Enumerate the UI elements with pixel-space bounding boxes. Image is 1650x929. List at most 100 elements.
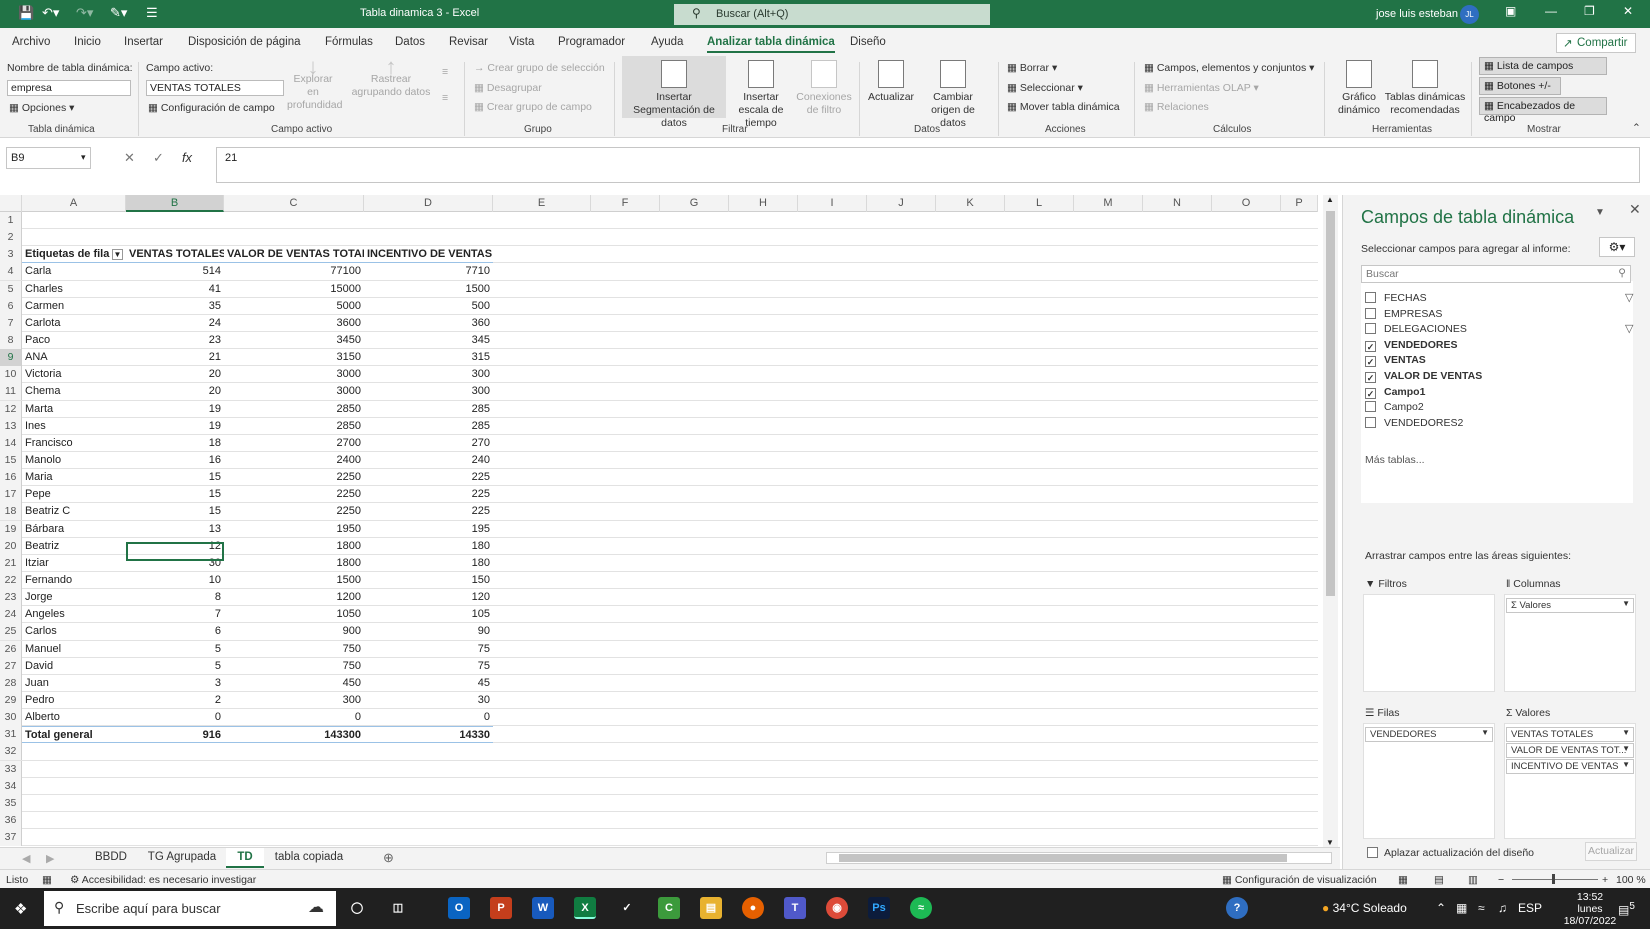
row-header[interactable]: 37	[0, 829, 22, 847]
field-item[interactable]: DELEGACIONES	[1365, 323, 1467, 335]
tab-archivo[interactable]: Archivo	[12, 36, 50, 48]
filters-area[interactable]	[1363, 594, 1495, 692]
vertical-scroll-thumb[interactable]	[1326, 211, 1335, 596]
table-cell[interactable]: 750	[224, 641, 364, 658]
change-source-button[interactable]: Cambiar origen de datos	[918, 60, 988, 130]
table-cell[interactable]: 1050	[224, 606, 364, 623]
weather-widget-icon[interactable]: ☁	[308, 897, 324, 917]
table-cell[interactable]: 23	[126, 332, 224, 349]
table-cell[interactable]: 300	[364, 366, 493, 383]
table-cell[interactable]: Alberto	[22, 709, 126, 726]
row-header[interactable]: 35	[0, 794, 22, 812]
more-tables-link[interactable]: Más tablas...	[1365, 454, 1425, 466]
zoom-slider[interactable]	[1512, 879, 1598, 880]
checkbox[interactable]	[1365, 307, 1376, 319]
table-cell[interactable]: 150	[364, 572, 493, 589]
tab-diseno[interactable]: Diseño	[850, 36, 886, 48]
formula-input[interactable]: 21	[216, 147, 1640, 183]
recommended-pt-button[interactable]: Tablas dinámicas recomendadas	[1384, 60, 1466, 117]
row-header[interactable]: 11	[0, 383, 22, 401]
select-all[interactable]	[0, 195, 22, 212]
app-icon[interactable]: ✓	[616, 897, 638, 919]
row-header[interactable]: 6	[0, 297, 22, 315]
field-item[interactable]: Campo2	[1365, 401, 1424, 413]
column-header[interactable]: F	[591, 195, 660, 212]
insert-slicer-button[interactable]: Insertar Segmentación de datos	[622, 56, 726, 129]
row-header[interactable]: 23	[0, 589, 22, 607]
table-cell[interactable]: 315	[364, 349, 493, 366]
row-header[interactable]: 4	[0, 263, 22, 281]
redo-icon[interactable]: ↷▾	[76, 5, 93, 21]
checkbox[interactable]: ✓	[1365, 356, 1376, 368]
row-header[interactable]: 33	[0, 760, 22, 778]
next-sheet-icon[interactable]: ▶	[46, 852, 54, 865]
table-cell[interactable]: 1800	[224, 538, 364, 555]
table-cell[interactable]: 21	[126, 349, 224, 366]
checkbox[interactable]	[1365, 323, 1376, 335]
row-header[interactable]: 18	[0, 503, 22, 521]
notifications-icon[interactable]: ▤5	[1618, 901, 1635, 917]
column-header[interactable]: H	[729, 195, 798, 212]
table-cell[interactable]: 345	[364, 332, 493, 349]
row-header[interactable]: 29	[0, 691, 22, 709]
sheet-tab-tabla-copiada[interactable]: tabla copiada	[266, 848, 352, 868]
refresh-button[interactable]: Actualizar	[866, 60, 916, 104]
cancel-icon[interactable]: ✕	[124, 150, 135, 165]
zoom-out-icon[interactable]: −	[1498, 874, 1504, 886]
column-header[interactable]: K	[936, 195, 1005, 212]
row-header[interactable]: 24	[0, 606, 22, 624]
table-cell[interactable]: Carlota	[22, 315, 126, 332]
weather-status[interactable]: ● 34°C Soleado	[1322, 901, 1407, 915]
checkbox[interactable]: ✓	[1365, 340, 1376, 352]
sheet-tab-tg-agrupada[interactable]: TG Agrupada	[140, 848, 224, 868]
horizontal-scrollbar[interactable]	[826, 852, 1332, 864]
table-cell[interactable]: 285	[364, 418, 493, 435]
table-cell[interactable]: 240	[364, 452, 493, 469]
horizontal-scroll-thumb[interactable]	[839, 854, 1287, 862]
values-area[interactable]: VENTAS TOTALES ▼ VALOR DE VENTAS TOT... ▼ …	[1504, 723, 1636, 839]
table-cell[interactable]: 0	[126, 709, 224, 726]
table-cell[interactable]: 16	[126, 452, 224, 469]
filter-dropdown-icon[interactable]: ▼	[112, 249, 123, 261]
task-view-icon[interactable]: ◫	[387, 897, 409, 919]
table-cell[interactable]: David	[22, 658, 126, 675]
clock[interactable]: 13:52 lunes 18/07/2022	[1560, 891, 1620, 927]
ribbon-display-icon[interactable]: ▣	[1505, 4, 1516, 18]
table-cell[interactable]: 1500	[364, 281, 493, 298]
table-cell[interactable]: 3450	[224, 332, 364, 349]
checkbox[interactable]	[1365, 292, 1376, 303]
row-header[interactable]: 13	[0, 417, 22, 435]
table-cell[interactable]: Fernando	[22, 572, 126, 589]
table-cell[interactable]: 3000	[224, 366, 364, 383]
table-cell[interactable]: 180	[364, 555, 493, 572]
table-cell[interactable]: 77100	[224, 263, 364, 280]
values-item[interactable]: VALOR DE VENTAS TOT... ▼	[1506, 743, 1634, 758]
row-header[interactable]: 14	[0, 434, 22, 452]
row-header[interactable]: 12	[0, 400, 22, 418]
row-header[interactable]: 30	[0, 709, 22, 727]
table-cell[interactable]: Beatriz	[22, 538, 126, 555]
table-cell[interactable]: Beatriz C	[22, 503, 126, 520]
spreadsheet-grid[interactable]: A B C D E F G H I J K L M N O P 1 2 3 Etiqu…	[0, 195, 1340, 847]
gear-icon[interactable]: ⚙▾	[1599, 237, 1635, 257]
table-cell[interactable]: 2850	[224, 418, 364, 435]
table-cell[interactable]: 105	[364, 606, 493, 623]
scroll-up-icon[interactable]: ▲	[1326, 195, 1334, 204]
table-cell[interactable]: 1200	[224, 589, 364, 606]
pt-name-input[interactable]: empresa	[7, 80, 131, 96]
row-header[interactable]: 10	[0, 366, 22, 384]
field-search-input[interactable]: Buscar ⚲	[1361, 265, 1631, 283]
table-cell[interactable]: 2850	[224, 401, 364, 418]
table-cell[interactable]: 0	[364, 709, 493, 726]
table-cell[interactable]: 3600	[224, 315, 364, 332]
table-cell[interactable]: Carla	[22, 263, 126, 280]
table-cell[interactable]: ANA	[22, 349, 126, 366]
table-cell[interactable]: 500	[364, 298, 493, 315]
table-cell[interactable]: 75	[364, 641, 493, 658]
column-header[interactable]: A	[22, 195, 126, 212]
fields-items-sets-button[interactable]: ▦ Campos, elementos y conjuntos ▾	[1144, 62, 1314, 74]
firefox-icon[interactable]: ●	[742, 897, 764, 919]
row-header[interactable]: 20	[0, 537, 22, 555]
column-header[interactable]: O	[1212, 195, 1281, 212]
expand-field-icon[interactable]: ≡	[442, 66, 448, 78]
